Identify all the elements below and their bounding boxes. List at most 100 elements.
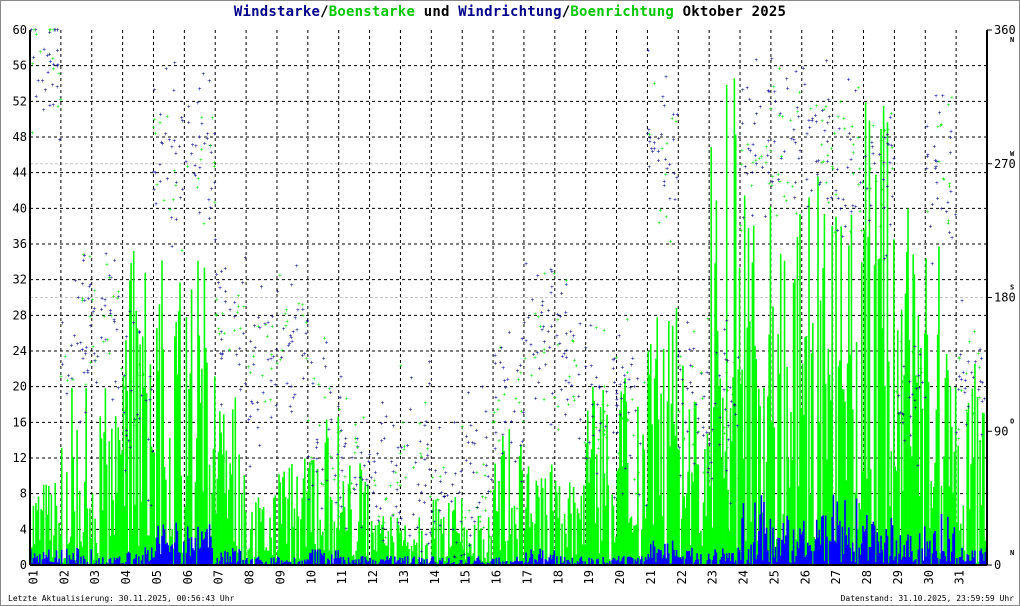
gust-direction-point: + xyxy=(475,469,479,476)
wind-direction-point: + xyxy=(886,183,890,190)
wind-direction-point: + xyxy=(207,78,211,85)
gust-bar xyxy=(86,508,89,565)
gust-direction-point: + xyxy=(186,163,190,170)
gust-direction-point: + xyxy=(266,333,270,340)
wind-direction-point: + xyxy=(915,386,919,393)
gust-direction-point: + xyxy=(435,527,439,534)
wind-direction-point: + xyxy=(806,204,810,211)
wind-direction-point: + xyxy=(428,530,432,537)
wind-direction-point: + xyxy=(315,468,319,475)
gust-direction-point: + xyxy=(398,483,402,490)
wind-direction-point: + xyxy=(792,127,796,134)
gust-direction-point: + xyxy=(197,176,201,183)
y-tick-label: 28 xyxy=(13,308,27,322)
wind-direction-point: + xyxy=(737,354,741,361)
wind-direction-point: + xyxy=(672,137,676,144)
x-tick-label: 25 xyxy=(767,570,781,584)
wind-direction-point: + xyxy=(728,385,732,392)
gust-direction-point: + xyxy=(606,403,610,410)
gust-direction-point: + xyxy=(364,516,368,523)
wind-direction-point: + xyxy=(773,139,777,146)
wind-direction-point: + xyxy=(103,303,107,310)
wind-direction-point: + xyxy=(213,180,217,187)
gust-direction-point: + xyxy=(523,356,527,363)
wind-direction-point: + xyxy=(577,393,581,400)
gust-direction-point: + xyxy=(626,316,630,323)
gust-direction-point: + xyxy=(926,208,930,215)
wind-direction-point: + xyxy=(888,115,892,122)
wind-direction-point: + xyxy=(289,333,293,340)
wind-direction-point: + xyxy=(979,378,983,385)
wind-direction-point: + xyxy=(595,470,599,477)
gust-direction-point: + xyxy=(326,451,330,458)
wind-direction-point: + xyxy=(949,135,953,142)
wind-direction-point: + xyxy=(805,131,809,138)
gust-direction-point: + xyxy=(391,512,395,519)
wind-direction-point: + xyxy=(794,69,798,76)
gust-direction-point: + xyxy=(323,395,327,402)
wind-direction-point: + xyxy=(949,150,953,157)
gust-direction-point: + xyxy=(312,376,316,383)
wind-direction-point: + xyxy=(73,333,77,340)
wind-direction-point: + xyxy=(723,327,727,334)
wind-direction-point: + xyxy=(903,438,907,445)
gust-bar xyxy=(662,348,665,565)
wind-bar xyxy=(316,549,319,565)
wind-direction-point: + xyxy=(544,362,548,369)
gust-direction-point: + xyxy=(856,135,860,142)
wind-direction-point: + xyxy=(174,179,178,186)
wind-direction-point: + xyxy=(41,78,45,85)
gust-direction-point: + xyxy=(643,380,647,387)
wind-direction-point: + xyxy=(616,403,620,410)
wind-direction-point: + xyxy=(692,461,696,468)
wind-direction-point: + xyxy=(949,188,953,195)
gust-direction-point: + xyxy=(657,220,661,227)
wind-direction-point: + xyxy=(675,175,679,182)
wind-bar xyxy=(98,558,100,565)
gust-direction-point: + xyxy=(617,451,621,458)
gust-direction-point: + xyxy=(839,99,843,106)
gust-direction-point: + xyxy=(920,407,924,414)
wind-bar xyxy=(948,538,950,565)
wind-direction-point: + xyxy=(527,314,531,321)
gust-direction-point: + xyxy=(716,407,720,414)
gust-bar xyxy=(60,447,63,565)
gust-bar xyxy=(255,502,257,565)
y-tick-label: 44 xyxy=(13,166,27,180)
gust-direction-point: + xyxy=(108,351,112,358)
wind-direction-point: + xyxy=(888,222,892,229)
wind-direction-point: + xyxy=(158,178,162,185)
wind-direction-point: + xyxy=(315,445,319,452)
x-tick-label: 21 xyxy=(644,570,658,584)
gust-direction-point: + xyxy=(109,313,113,320)
y-tick-label: 40 xyxy=(13,201,27,215)
wind-direction-point: + xyxy=(390,459,394,466)
gust-direction-point: + xyxy=(210,115,214,122)
wind-direction-point: + xyxy=(499,360,503,367)
gust-direction-point: + xyxy=(233,327,237,334)
y-right-tick-label: 270 xyxy=(994,157,1016,171)
wind-direction-point: + xyxy=(159,112,163,119)
wind-direction-point: + xyxy=(235,352,239,359)
gust-direction-point: + xyxy=(275,361,279,368)
gust-direction-point: + xyxy=(824,103,828,110)
wind-direction-point: + xyxy=(307,497,311,504)
gust-direction-point: + xyxy=(89,359,93,366)
wind-direction-point: + xyxy=(902,363,906,370)
wind-direction-point: + xyxy=(170,215,174,222)
wind-direction-point: + xyxy=(918,352,922,359)
wind-direction-point: + xyxy=(51,102,55,109)
wind-direction-point: + xyxy=(907,394,911,401)
wind-direction-point: + xyxy=(368,452,372,459)
wind-direction-point: + xyxy=(550,323,554,330)
wind-direction-point: + xyxy=(668,196,672,203)
wind-direction-point: + xyxy=(925,166,929,173)
wind-direction-point: + xyxy=(453,419,457,426)
wind-direction-point: + xyxy=(93,351,97,358)
direction-letter: N xyxy=(1010,549,1014,557)
x-tick-label: 30 xyxy=(922,570,936,584)
gust-direction-point: + xyxy=(820,118,824,125)
gust-direction-point: + xyxy=(732,456,736,463)
wind-direction-point: + xyxy=(340,468,344,475)
gust-direction-point: + xyxy=(732,360,736,367)
